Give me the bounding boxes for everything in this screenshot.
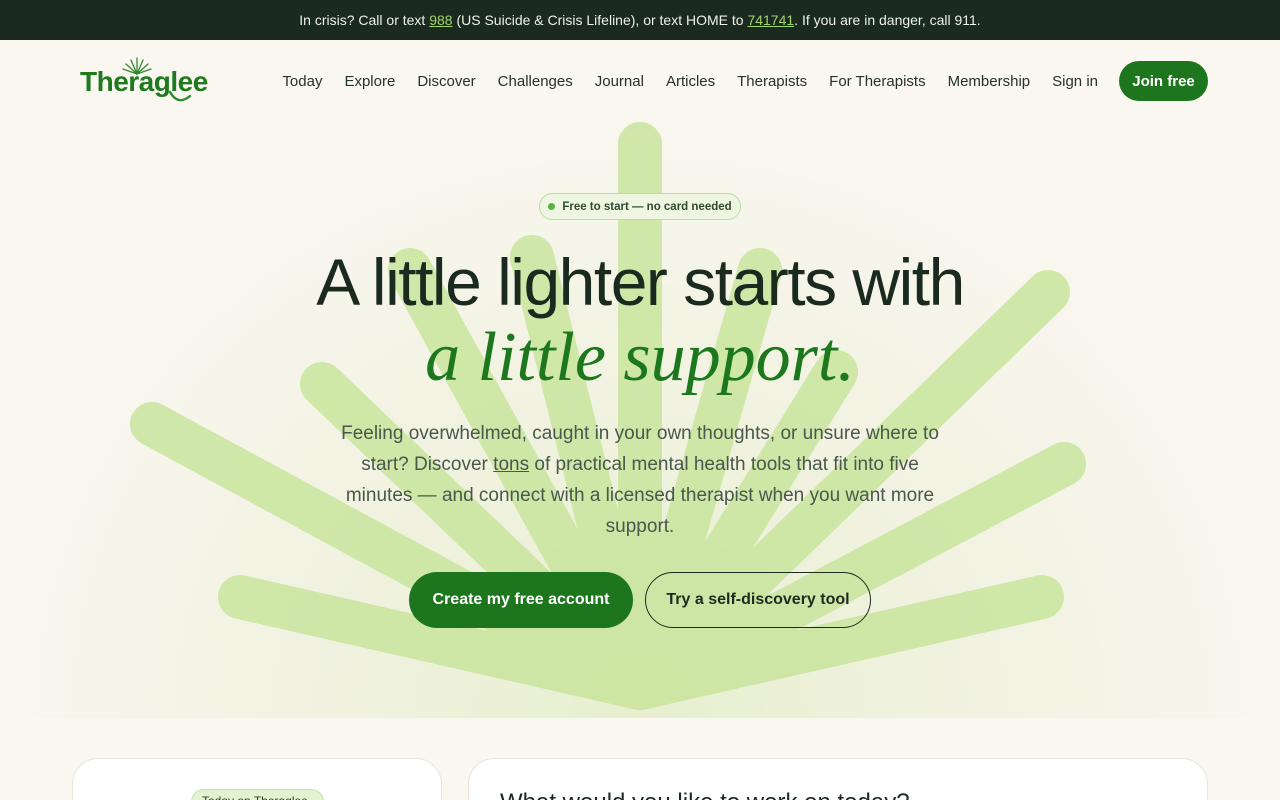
crisis-banner: In crisis? Call or text 988 (US Suicide … <box>0 0 1280 40</box>
crisis-text-link[interactable]: 741741 <box>747 12 794 28</box>
nav-today[interactable]: Today <box>271 73 333 90</box>
self-discovery-button[interactable]: Try a self-discovery tool <box>645 572 871 628</box>
today-pill: Today on Theraglee <box>191 789 324 800</box>
free-badge: Free to start — no card needed <box>539 193 741 220</box>
logo-text: Theraglee <box>80 66 208 97</box>
nav-discover[interactable]: Discover <box>406 73 486 90</box>
today-card: Today on Theraglee <box>72 758 442 800</box>
main-nav: Theraglee Today Explore Discover Challen… <box>0 40 1280 122</box>
nav-articles[interactable]: Articles <box>655 73 726 90</box>
nav-explore[interactable]: Explore <box>333 73 406 90</box>
join-free-button[interactable]: Join free <box>1119 61 1208 101</box>
crisis-phone-link[interactable]: 988 <box>429 12 452 28</box>
nav-links: Today Explore Discover Challenges Journa… <box>271 61 1208 101</box>
work-on-title: What would you like to work on today? <box>500 789 910 800</box>
tons-link[interactable]: tons <box>493 454 529 475</box>
hero-headline-accent: a little support. <box>425 319 855 396</box>
hero-headline: A little lighter starts with <box>316 245 965 319</box>
crisis-text-1: In crisis? Call or text <box>299 12 430 28</box>
nav-therapists[interactable]: Therapists <box>726 73 818 90</box>
badge-text: Free to start — no card needed <box>562 200 732 213</box>
work-on-card: What would you like to work on today? <box>468 758 1208 800</box>
nav-sign-in[interactable]: Sign in <box>1041 73 1109 90</box>
hero-subtitle: Feeling overwhelmed, caught in your own … <box>330 418 950 542</box>
nav-challenges[interactable]: Challenges <box>487 73 584 90</box>
badge-dot-icon <box>548 203 556 210</box>
crisis-text-3: . If you are in danger, call 911. <box>794 12 981 28</box>
hero-section: Free to start — no card needed A little … <box>0 122 1280 718</box>
crisis-text-2: (US Suicide & Crisis Lifeline), or text … <box>452 12 748 28</box>
nav-journal[interactable]: Journal <box>584 73 655 90</box>
logo[interactable]: Theraglee <box>80 56 208 106</box>
nav-for-therapists[interactable]: For Therapists <box>818 73 936 90</box>
create-account-button[interactable]: Create my free account <box>409 572 633 628</box>
nav-membership[interactable]: Membership <box>937 73 1042 90</box>
